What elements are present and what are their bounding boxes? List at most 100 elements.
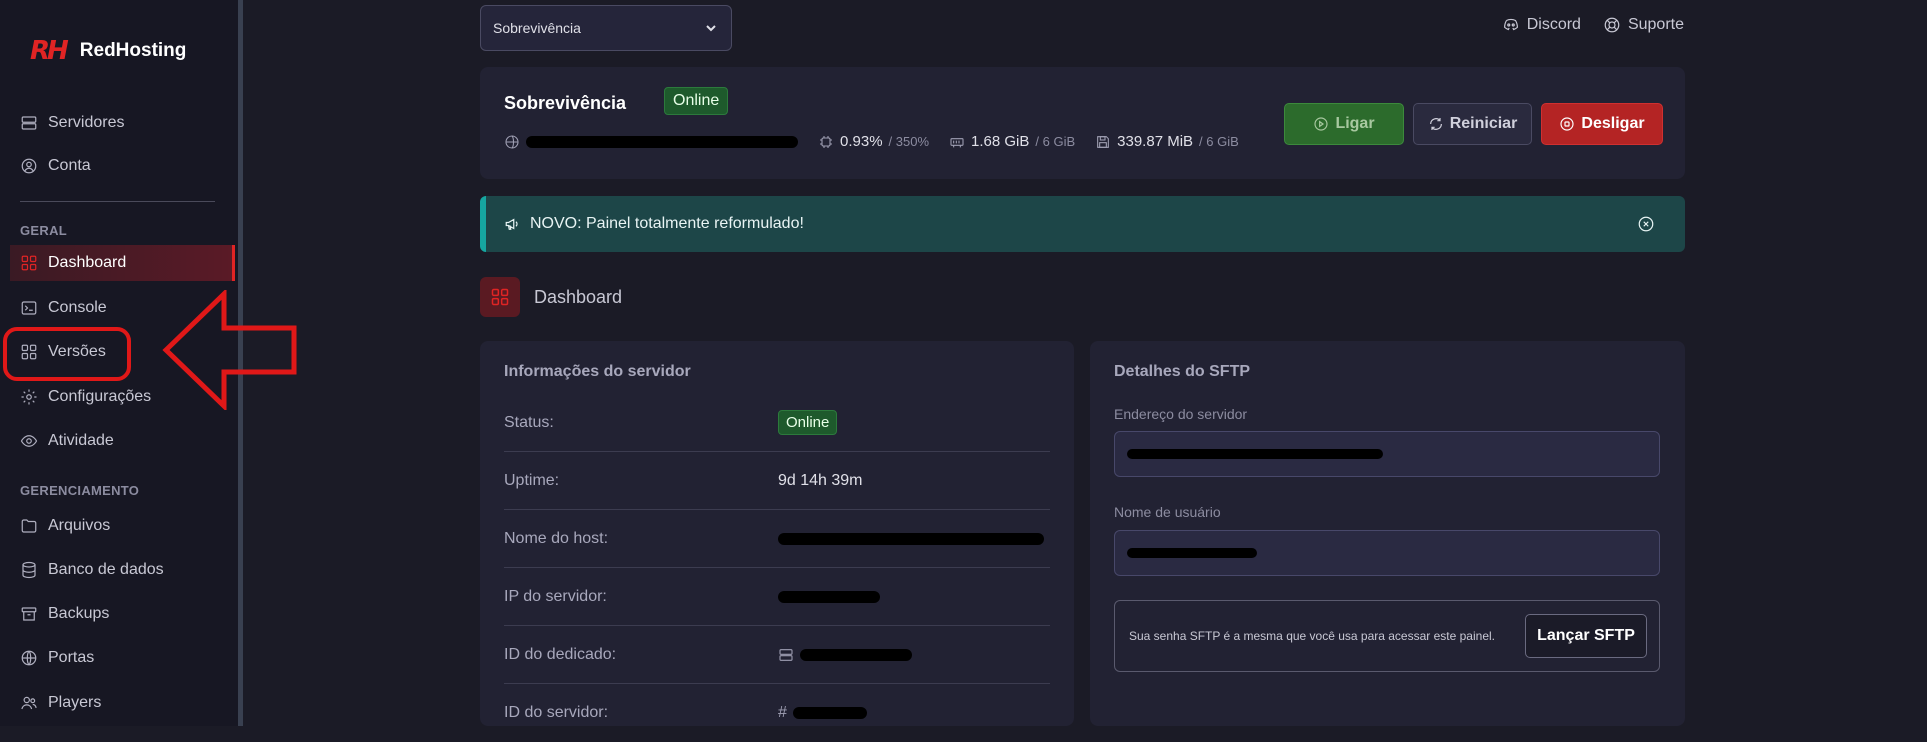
info-key: ID do dedicado: (504, 645, 617, 663)
restart-button[interactable]: Reiniciar (1413, 103, 1532, 145)
sidebar-item-banco-de-dados[interactable]: Banco de dados (20, 552, 234, 588)
folder-icon (21, 519, 37, 533)
globe-icon (21, 650, 37, 666)
database-icon (22, 561, 36, 579)
terminal-icon (21, 301, 37, 315)
support-label: Suporte (1627, 16, 1684, 33)
section-label-gerenciamento: GERENCIAMENTO (20, 483, 140, 498)
sidebar-item-label: Configurações (48, 388, 152, 405)
main-content: Sobrevivência Discord Suporte Sobrevivên… (248, 0, 1927, 726)
page-title-text: Dashboard (534, 286, 623, 307)
eye-icon (20, 435, 38, 447)
server-status-badge: Online (664, 87, 729, 115)
disk-max: / 6 GiB (1199, 134, 1239, 149)
annotation-highlight-box (3, 327, 131, 381)
lifebuoy-icon (1604, 17, 1620, 33)
stat-cpu: 0.93% / 350% (818, 133, 929, 150)
info-key: ID do servidor: (504, 704, 609, 721)
hash-icon: # (778, 704, 787, 721)
cpu-value: 0.93% (840, 133, 883, 150)
status-badge: Online (778, 410, 838, 435)
info-row-dedicated-id: ID do dedicado: (504, 626, 1050, 684)
page-title: Dashboard (480, 277, 622, 317)
info-key: Uptime: (504, 471, 560, 489)
discord-icon (1503, 18, 1518, 31)
save-icon (1097, 135, 1110, 148)
sidebar-item-label: Banco de dados (48, 561, 164, 578)
sftp-password-note: Sua senha SFTP é a mesma que você usa pa… (1129, 629, 1495, 643)
discord-label: Discord (1526, 16, 1581, 33)
sidebar-item-label: Players (48, 694, 102, 711)
sidebar-divider (20, 201, 215, 202)
sidebar-item-label: Console (48, 299, 107, 316)
sftp-username-field[interactable] (1114, 530, 1660, 576)
grid-icon (491, 288, 509, 306)
sidebar-item-dashboard[interactable]: Dashboard (10, 245, 235, 281)
sidebar-item-conta[interactable]: Conta (20, 148, 234, 184)
stop-label: Desligar (1581, 115, 1645, 132)
sftp-address-field[interactable] (1114, 431, 1660, 477)
redacted-server-id (792, 707, 867, 719)
sidebar-item-label: Servidores (48, 114, 125, 131)
sidebar-item-label: Arquivos (48, 517, 111, 534)
info-key: IP do servidor: (504, 587, 607, 605)
server-select[interactable]: Sobrevivência (480, 5, 732, 51)
stat-disk: 339.87 MiB / 6 GiB (1095, 133, 1239, 150)
users-icon (21, 696, 37, 710)
stop-circle-icon (1560, 117, 1575, 131)
server-info-title: Informações do servidor (504, 363, 691, 380)
disk-value: 339.87 MiB (1117, 133, 1194, 150)
start-button[interactable]: Ligar (1284, 103, 1404, 145)
server-select-value: Sobrevivência (493, 20, 581, 36)
sidebar-item-backups[interactable]: Backups (20, 596, 234, 632)
redacted-sftp-address (1127, 449, 1383, 459)
redacted-hostname (778, 532, 1044, 545)
server-stats: 0.93% / 350% 1.68 GiB / 6 GiB 339.87 MiB… (504, 133, 1239, 150)
stat-address (504, 134, 798, 150)
archive-icon (21, 607, 37, 621)
redacted-ip (778, 590, 880, 603)
launch-sftp-button[interactable]: Lançar SFTP (1525, 614, 1647, 658)
memory-icon (950, 137, 964, 147)
redacted-sftp-username (1127, 548, 1257, 558)
sidebar-item-label: Atividade (48, 432, 114, 449)
info-row-uptime: Uptime: 9d 14h 39m (504, 452, 1050, 510)
gear-icon (21, 389, 37, 405)
sftp-username-label: Nome de usuário (1114, 504, 1221, 520)
grid-icon (21, 255, 37, 271)
sidebar-item-label: Portas (48, 649, 95, 666)
start-label: Ligar (1335, 115, 1375, 132)
server-icon (779, 648, 793, 661)
brand-logo[interactable]: RH RedHosting (30, 36, 186, 66)
ram-max: / 6 GiB (1035, 134, 1076, 149)
brand-mark: RH (30, 36, 69, 66)
globe-icon (505, 134, 519, 149)
announcement-banner: NOVO: Painel totalmente reformulado! (480, 196, 1685, 252)
top-links: Discord Suporte (1502, 16, 1684, 34)
redacted-address (526, 135, 798, 148)
stat-ram: 1.68 GiB / 6 GiB (949, 133, 1075, 150)
cpu-icon (820, 135, 832, 148)
discord-link[interactable]: Discord (1502, 16, 1581, 34)
ram-value: 1.68 GiB (971, 133, 1030, 150)
sidebar-item-label: Backups (48, 605, 110, 622)
cpu-max: / 350% (888, 134, 930, 149)
support-link[interactable]: Suporte (1603, 16, 1684, 34)
sidebar-item-atividade[interactable]: Atividade (20, 423, 234, 459)
dashboard-title-icon-wrap (480, 277, 520, 317)
sidebar-item-portas[interactable]: Portas (20, 640, 234, 676)
user-circle-icon (21, 158, 37, 174)
info-row-ip: IP do servidor: (504, 568, 1050, 626)
sidebar-item-servidores[interactable]: Servidores (20, 105, 234, 141)
sidebar-item-label: Dashboard (48, 254, 127, 271)
info-row-hostname: Nome do host: (504, 510, 1050, 568)
refresh-icon (1429, 118, 1442, 130)
info-key: Nome do host: (504, 529, 609, 547)
sftp-address-label: Endereço do servidor (1114, 406, 1248, 422)
sidebar-item-arquivos[interactable]: Arquivos (20, 508, 234, 544)
info-value: 9d 14h 39m (778, 471, 863, 489)
close-icon[interactable] (1637, 215, 1655, 233)
sidebar-item-players[interactable]: Players (20, 685, 234, 721)
stop-button[interactable]: Desligar (1541, 103, 1663, 145)
announcement-text: NOVO: Painel totalmente reformulado! (530, 215, 804, 232)
